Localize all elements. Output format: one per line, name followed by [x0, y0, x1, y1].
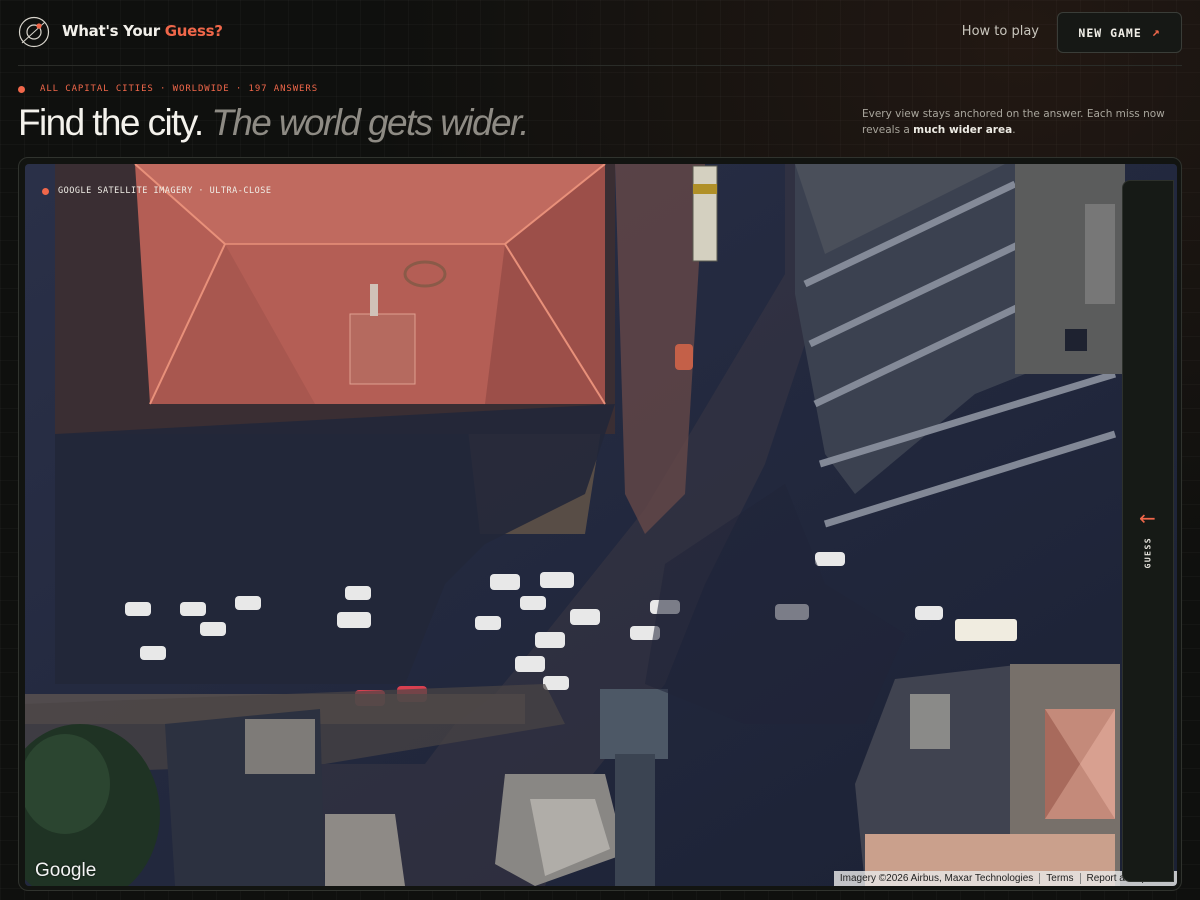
game-meta-text: ALL CAPITAL CITIES · WORLDWIDE · 197 ANS… — [40, 84, 319, 94]
satellite-imagery — [25, 164, 1177, 886]
live-dot-icon — [42, 187, 49, 195]
top-bar: What's Your Guess? How to play NEW GAME … — [18, 0, 1182, 66]
guess-panel-label: GUESS — [1143, 536, 1153, 569]
map-frame: GOOGLE SATELLITE IMAGERY · ULTRA-CLOSE G… — [18, 157, 1182, 891]
page-title: Find the city. The world gets wider. — [18, 102, 530, 144]
app-title[interactable]: What's Your Guess? — [62, 22, 223, 40]
imagery-tag: GOOGLE SATELLITE IMAGERY · ULTRA-CLOSE — [42, 186, 271, 196]
arrow-up-right-icon: ↗ — [1151, 25, 1161, 40]
new-game-label: NEW GAME — [1078, 25, 1142, 40]
google-logo[interactable]: Google — [35, 860, 96, 882]
headline-plain: Find the city. — [18, 102, 204, 143]
note-end: . — [1012, 124, 1016, 136]
status-dot-icon — [18, 85, 25, 93]
new-game-button[interactable]: NEW GAME ↗ — [1057, 12, 1182, 53]
satellite-map[interactable]: GOOGLE SATELLITE IMAGERY · ULTRA-CLOSE G… — [25, 164, 1177, 886]
game-meta: ALL CAPITAL CITIES · WORLDWIDE · 197 ANS… — [18, 84, 318, 94]
compass-logo-icon[interactable] — [18, 16, 50, 48]
how-to-play-link[interactable]: How to play — [962, 24, 1039, 39]
arrow-left-icon: ← — [1139, 506, 1156, 530]
imagery-tag-label: GOOGLE SATELLITE IMAGERY · ULTRA-CLOSE — [58, 186, 272, 196]
app-title-accent: Guess? — [164, 22, 223, 40]
game-description: Every view stays anchored on the answer.… — [862, 106, 1172, 138]
headline-italic: The world gets wider. — [211, 102, 529, 143]
guess-panel-toggle[interactable]: ← GUESS — [1122, 180, 1174, 882]
terms-link[interactable]: Terms — [1039, 873, 1079, 884]
note-bold: much wider area — [913, 124, 1013, 136]
attribution-text: Imagery ©2026 Airbus, Maxar Technologies — [839, 873, 1034, 884]
app-title-prefix: What's Your — [62, 22, 160, 40]
